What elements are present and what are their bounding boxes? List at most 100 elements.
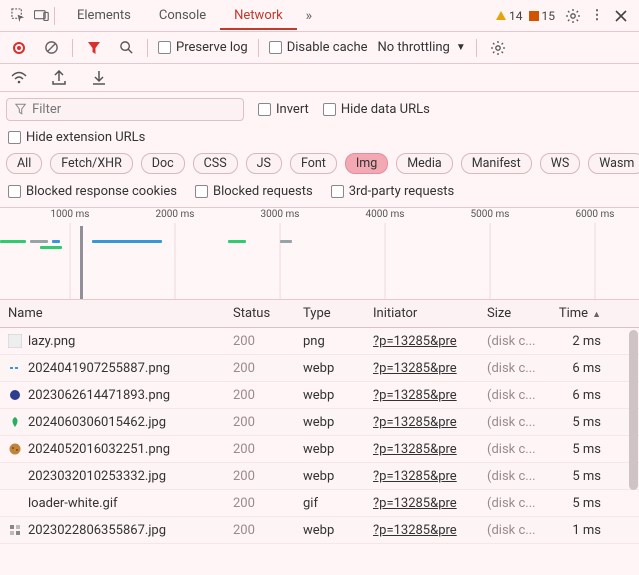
checkbox-icon: [258, 103, 271, 116]
col-time[interactable]: Time▲: [549, 306, 609, 321]
blocked-requests-checkbox[interactable]: Blocked requests: [195, 184, 313, 199]
cell-type: webp: [295, 361, 365, 376]
cell-status: 200: [225, 469, 295, 484]
tab-network[interactable]: Network: [220, 1, 297, 30]
chip-fetch[interactable]: Fetch/XHR: [50, 153, 133, 174]
tick: 6000 ms: [576, 209, 615, 220]
filter-bar: Invert Hide data URLs: [0, 92, 639, 126]
file-name: lazy.png: [28, 334, 75, 349]
tick: 2000 ms: [156, 209, 195, 220]
tab-console[interactable]: Console: [145, 1, 220, 30]
disable-cache-checkbox[interactable]: Disable cache: [269, 40, 368, 55]
chip-manifest[interactable]: Manifest: [461, 153, 532, 174]
file-icon: [8, 496, 22, 510]
cell-time: 6 ms: [549, 361, 609, 376]
divider: [147, 39, 148, 57]
file-name: 2024041907255887.png: [28, 361, 170, 376]
table-row[interactable]: 2023022806355867.jpg200webp?p=13285&pre(…: [0, 517, 639, 544]
table-row[interactable]: 2024060306015462.jpg200webp?p=13285&pre(…: [0, 409, 639, 436]
filter-input[interactable]: [32, 102, 235, 117]
table-row[interactable]: 2024052016032251.png200webp?p=13285&pre(…: [0, 436, 639, 463]
chip-wasm[interactable]: Wasm: [588, 153, 639, 174]
inspect-icon[interactable]: [6, 4, 30, 28]
cell-time: 2 ms: [549, 334, 609, 349]
cell-initiator[interactable]: ?p=13285&pre: [365, 415, 479, 430]
cell-size: (disk c...: [479, 334, 549, 349]
divider: [72, 39, 73, 57]
settings-icon[interactable]: [561, 4, 585, 28]
cell-name: 2023032010253332.jpg: [0, 469, 225, 484]
file-name: 2023032010253332.jpg: [28, 469, 166, 484]
chip-css[interactable]: CSS: [193, 153, 238, 174]
cell-initiator[interactable]: ?p=13285&pre: [365, 523, 479, 538]
network-conditions-icon[interactable]: [487, 37, 509, 59]
request-table-body: lazy.png200png?p=13285&pre(disk c...2 ms…: [0, 328, 639, 544]
checkbox-icon: [323, 103, 336, 116]
device-toolbar-icon[interactable]: [30, 4, 54, 28]
cell-type: gif: [295, 496, 365, 511]
chip-media[interactable]: Media: [396, 153, 452, 174]
cell-initiator[interactable]: ?p=13285&pre: [365, 496, 479, 511]
request-table-header: Name Status Type Initiator Size Time▲: [0, 300, 639, 328]
preserve-log-checkbox[interactable]: Preserve log: [158, 40, 248, 55]
chip-font[interactable]: Font: [290, 153, 337, 174]
col-name[interactable]: Name: [0, 306, 225, 321]
throttling-select[interactable]: No throttling▼: [378, 40, 466, 55]
warnings-badge[interactable]: 14: [496, 9, 523, 23]
cell-initiator[interactable]: ?p=13285&pre: [365, 388, 479, 403]
col-type[interactable]: Type: [295, 306, 365, 321]
filter-toggle-icon[interactable]: [83, 37, 105, 59]
cell-initiator[interactable]: ?p=13285&pre: [365, 442, 479, 457]
chip-all[interactable]: All: [6, 153, 42, 174]
invert-checkbox[interactable]: Invert: [258, 102, 309, 117]
cell-initiator[interactable]: ?p=13285&pre: [365, 361, 479, 376]
divider: [54, 7, 55, 25]
timeline-bar: [228, 240, 246, 243]
filter-input-wrap[interactable]: [6, 98, 244, 121]
import-har-icon[interactable]: [88, 67, 110, 89]
more-tabs-icon[interactable]: »: [297, 4, 321, 28]
preserve-log-label: Preserve log: [176, 40, 248, 55]
kebab-icon[interactable]: ⋮: [585, 4, 609, 28]
cell-size: (disk c...: [479, 496, 549, 511]
warnings-count: 14: [509, 9, 523, 23]
close-icon[interactable]: [609, 4, 633, 28]
col-initiator[interactable]: Initiator: [365, 306, 479, 321]
warning-icon: [496, 11, 506, 20]
timeline-bar: [30, 240, 48, 243]
network-toolbar: Preserve log Disable cache No throttling…: [0, 32, 639, 64]
cell-size: (disk c...: [479, 361, 549, 376]
table-row[interactable]: 2023032010253332.jpg200webp?p=13285&pre(…: [0, 463, 639, 490]
chip-img[interactable]: Img: [345, 153, 388, 174]
cell-initiator[interactable]: ?p=13285&pre: [365, 334, 479, 349]
timeline-playhead[interactable]: [80, 226, 83, 299]
clear-button[interactable]: [40, 37, 62, 59]
tab-elements[interactable]: Elements: [63, 1, 145, 30]
cell-name: 2024041907255887.png: [0, 361, 225, 376]
hide-data-urls-checkbox[interactable]: Hide data URLs: [323, 102, 430, 117]
blocked-cookies-checkbox[interactable]: Blocked response cookies: [8, 184, 177, 199]
table-row[interactable]: lazy.png200png?p=13285&pre(disk c...2 ms: [0, 328, 639, 355]
blocked-filters-row: Blocked response cookies Blocked request…: [0, 178, 639, 208]
hide-extension-urls-checkbox[interactable]: Hide extension URLs: [8, 130, 631, 145]
chip-doc[interactable]: Doc: [141, 153, 185, 174]
search-icon[interactable]: [115, 37, 137, 59]
col-status[interactable]: Status: [225, 306, 295, 321]
cell-size: (disk c...: [479, 388, 549, 403]
table-row[interactable]: 2023062614471893.png200webp?p=13285&pre(…: [0, 382, 639, 409]
export-har-icon[interactable]: [48, 67, 70, 89]
waterfall-overview[interactable]: 1000 ms 2000 ms 3000 ms 4000 ms 5000 ms …: [0, 208, 639, 300]
wifi-icon[interactable]: [8, 67, 30, 89]
table-row[interactable]: loader-white.gif200gif?p=13285&pre(disk …: [0, 490, 639, 517]
cell-time: 5 ms: [549, 442, 609, 457]
table-row[interactable]: 2024041907255887.png200webp?p=13285&pre(…: [0, 355, 639, 382]
cell-time: 1 ms: [549, 523, 609, 538]
record-button[interactable]: [8, 37, 30, 59]
chip-js[interactable]: JS: [246, 153, 282, 174]
cell-initiator[interactable]: ?p=13285&pre: [365, 469, 479, 484]
third-party-checkbox[interactable]: 3rd-party requests: [331, 184, 455, 199]
issues-badge[interactable]: 15: [529, 9, 556, 23]
col-size[interactable]: Size: [479, 306, 549, 321]
chip-ws[interactable]: WS: [540, 153, 581, 174]
scrollbar-thumb[interactable]: [629, 330, 638, 490]
